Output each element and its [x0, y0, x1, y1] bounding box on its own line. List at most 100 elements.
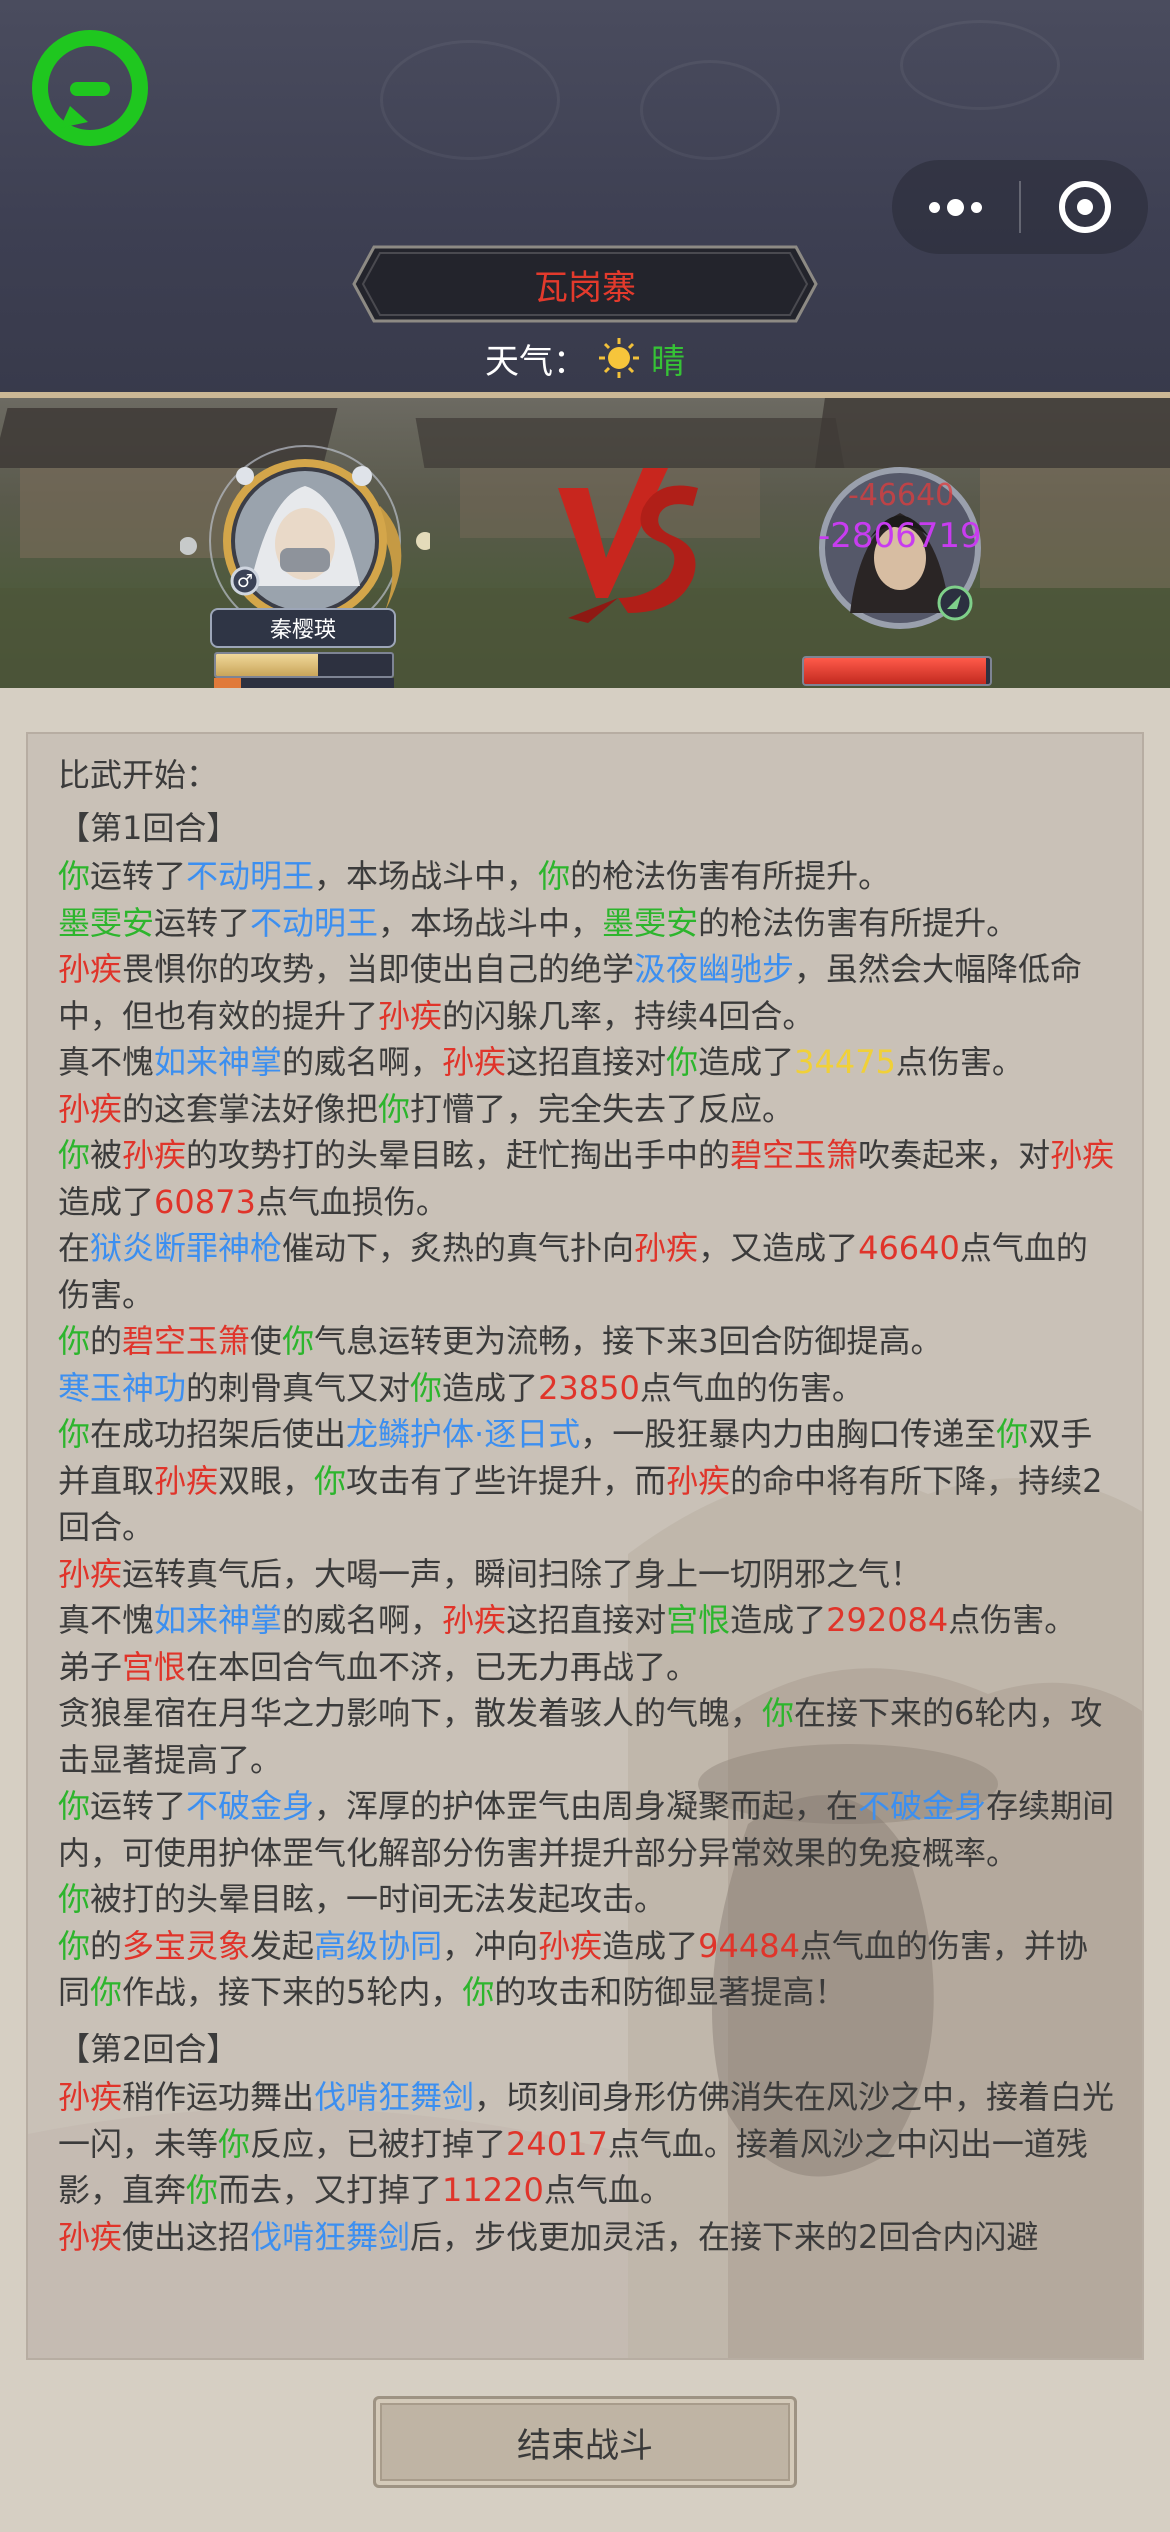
log-text: 造成了 [730, 1601, 827, 1639]
log-text: 的枪法伤害有所提升。 [570, 857, 891, 895]
battle-log-text: 比武开始： 【第1回合】 你运转了不动明王，本场战斗中，你的枪法伤害有所提升。墨… [58, 752, 1118, 2260]
log-text: 畏惧你的攻势，当即使出自己的绝学 [122, 950, 635, 988]
log-highlight: 宫恨 [122, 1647, 187, 1686]
log-highlight: 你 [378, 1089, 411, 1128]
log-text: 的威名啊， [282, 1601, 443, 1639]
log-text: 贪狼星宿在月华之力影响下，散发着骇人的气魄， [58, 1694, 763, 1732]
round-1-lines: 你运转了不动明王，本场战斗中，你的枪法伤害有所提升。 墨雯安运转了不动明王，本场战… [58, 853, 1118, 2016]
log-highlight: 孙疾 [58, 950, 123, 988]
log-text: 造成了 [442, 1368, 539, 1407]
log-text: 的这套掌法好像把 [122, 1089, 379, 1128]
log-text: 的 [90, 1322, 123, 1360]
log-line: 墨雯安运转了不动明王，本场战斗中，墨雯安的枪法伤害有所提升。 [58, 900, 1118, 947]
player-mp-bar [214, 678, 394, 688]
log-highlight: 你 [90, 1973, 123, 2011]
chat-bubble-icon[interactable] [30, 30, 150, 150]
log-highlight: 你 [410, 1368, 443, 1407]
log-text: 点气血。 [543, 2171, 672, 2209]
log-text: 运转了 [90, 1787, 187, 1825]
log-highlight: 孙疾 [58, 1554, 123, 1593]
log-highlight: 34475 [794, 1043, 896, 1081]
vs-icon [558, 468, 698, 623]
log-text: 作战，接下来的5轮内， [122, 1973, 463, 2011]
log-highlight: 孙疾 [122, 1136, 187, 1174]
decor-swirl [380, 40, 560, 160]
log-text: 攻击有了些许提升，而 [346, 1461, 667, 1500]
log-text: 使 [250, 1322, 283, 1360]
log-highlight: 你 [996, 1415, 1029, 1453]
log-highlight: 墨雯安 [602, 903, 699, 942]
close-mini-program-button[interactable] [1021, 160, 1148, 254]
location-plate: 瓦岗寨 [352, 245, 818, 323]
log-highlight: 你 [58, 1926, 91, 1965]
damage-number: -46640 [848, 478, 955, 513]
log-highlight: 你 [762, 1694, 795, 1732]
log-highlight: 你 [314, 1461, 347, 1500]
log-text: 稍作运功舞出 [122, 2078, 315, 2116]
player-hp-bar [214, 652, 394, 678]
decor-swirl [640, 60, 780, 160]
log-text: 这招直接对 [506, 1043, 667, 1081]
log-highlight: 如来神掌 [154, 1601, 283, 1639]
log-highlight: 你 [58, 1787, 91, 1825]
log-text: 被 [90, 1136, 123, 1174]
log-text: 在成功招架后使出 [90, 1415, 347, 1453]
scene-wall [980, 468, 1170, 588]
log-highlight: 不动明王 [250, 903, 379, 942]
log-highlight: 你 [218, 2124, 251, 2163]
log-text: 运转了 [90, 857, 187, 895]
log-text: 点伤害。 [948, 1601, 1077, 1639]
log-line: 在狱炎断罪神枪催动下，炙热的真气扑向孙疾，又造成了46640点气血的伤害。 [58, 1225, 1118, 1318]
scene-roof [815, 398, 1170, 468]
log-line: 真不愧如来神掌的威名啊，孙疾这招直接对宫恨造成了292084点伤害。 [58, 1597, 1118, 1644]
log-highlight: 墨雯安 [58, 903, 155, 942]
log-highlight: 你 [282, 1322, 315, 1360]
log-text: 造成了 [58, 1182, 155, 1221]
dot-icon [971, 201, 982, 213]
log-text: 被打的头晕目眩，一时间无法发起攻击。 [90, 1880, 667, 1918]
more-menu-button[interactable] [892, 160, 1019, 254]
weather-value: 晴 [651, 341, 685, 382]
round-title: 【第2回合】 [58, 2029, 239, 2068]
log-highlight: 292084 [826, 1601, 949, 1639]
weather-label: 天气： [485, 341, 587, 382]
log-highlight: 寒玉神功 [58, 1368, 187, 1407]
log-highlight: 多宝灵象 [122, 1926, 251, 1965]
log-highlight: 94484 [698, 1926, 800, 1965]
log-text: 在本回合气血不济，已无力再战了。 [186, 1647, 699, 1686]
log-highlight: 伐啃狂舞剑 [314, 2078, 475, 2116]
log-highlight: 孙疾 [442, 1043, 507, 1081]
log-highlight: 宫恨 [666, 1601, 731, 1639]
log-text: 气息运转更为流畅，接下来3回合防御提高。 [314, 1322, 943, 1360]
log-highlight: 孙疾 [58, 2078, 123, 2116]
weather-display: 天气： 晴 [0, 330, 1170, 386]
log-highlight: 碧空玉箫 [122, 1322, 251, 1360]
log-highlight: 碧空玉箫 [730, 1136, 859, 1174]
player-mp-fill [214, 678, 241, 688]
sun-icon [599, 338, 639, 378]
player-name: 秦樱瑛 [210, 608, 396, 648]
log-text: 造成了 [602, 1926, 699, 1965]
log-highlight: 23850 [538, 1368, 640, 1407]
log-highlight: 60873 [154, 1182, 256, 1221]
log-line: 孙疾使出这招伐啃狂舞剑后，步伐更加灵活，在接下来的2回合内闪避 [58, 2214, 1118, 2261]
log-highlight: 狱炎断罪神枪 [90, 1229, 283, 1267]
log-text: 真不愧 [58, 1601, 155, 1639]
log-text: 使出这招 [122, 2217, 251, 2256]
log-line: 你的碧空玉箫使你气息运转更为流畅，接下来3回合防御提高。 [58, 1318, 1118, 1365]
log-text: 催动下，炙热的真气扑向 [282, 1229, 635, 1267]
log-highlight: 你 [58, 1322, 91, 1360]
log-highlight: 孙疾 [1050, 1136, 1115, 1174]
log-line: 寒玉神功的刺骨真气又对你造成了23850点气血的伤害。 [58, 1365, 1118, 1412]
log-highlight: 伐啃狂舞剑 [250, 2217, 411, 2256]
battle-log-panel[interactable]: 比武开始： 【第1回合】 你运转了不动明王，本场战斗中，你的枪法伤害有所提升。墨… [26, 732, 1144, 2360]
log-text: 打懵了，完全失去了反应。 [410, 1089, 795, 1128]
log-text: ，一股狂暴内力由胸口传递至 [580, 1415, 997, 1453]
log-highlight: 你 [58, 857, 91, 895]
log-text: 运转真气后，大喝一声，瞬间扫除了身上一切阴邪之气！ [122, 1554, 923, 1593]
log-highlight: 龙鳞护体·逐日式 [346, 1415, 581, 1453]
log-highlight: 孙疾 [442, 1601, 507, 1639]
player-avatar[interactable]: ♂ [179, 436, 434, 686]
end-battle-button[interactable]: 结束战斗 [373, 2396, 797, 2488]
log-text: 弟子 [58, 1647, 123, 1686]
